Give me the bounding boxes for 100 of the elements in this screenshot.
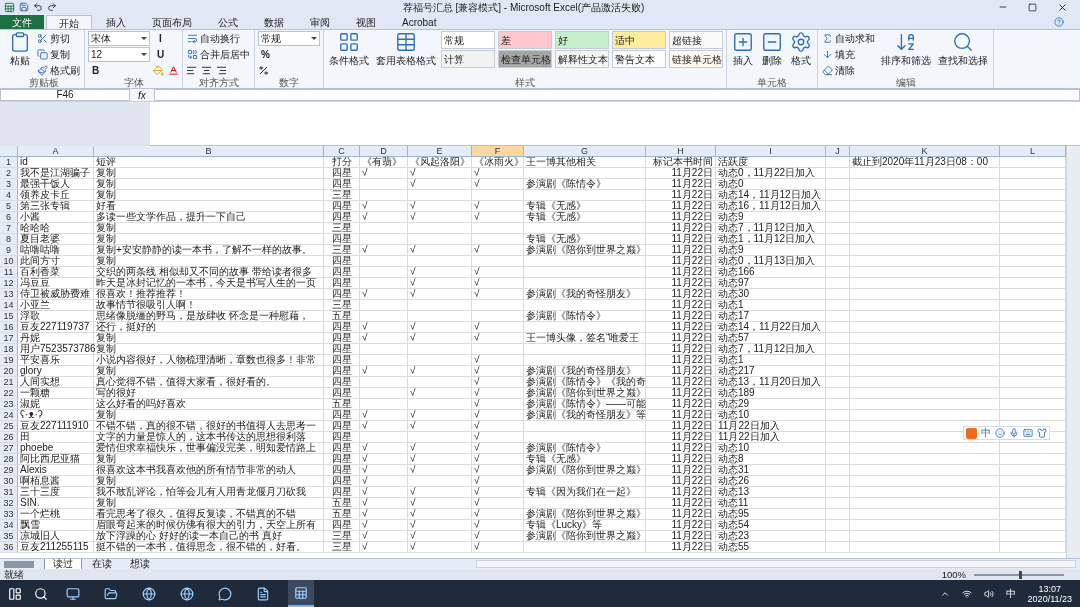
cell-style-swatch[interactable]: 常规 bbox=[441, 31, 495, 49]
cell-style-swatch[interactable]: 警告文本 bbox=[612, 50, 666, 68]
column-header[interactable]: G bbox=[524, 146, 646, 156]
redo-icon[interactable] bbox=[47, 2, 57, 12]
search-icon[interactable] bbox=[34, 586, 48, 601]
row-number[interactable]: 3 bbox=[0, 179, 18, 189]
ribbon-tab[interactable]: 数据 bbox=[252, 15, 296, 29]
formula-input[interactable] bbox=[153, 89, 1080, 101]
align-right-icon[interactable] bbox=[216, 65, 227, 76]
ribbon-large-button[interactable]: 套用表格格式 bbox=[374, 31, 438, 78]
percent-format-icon[interactable] bbox=[258, 65, 269, 76]
horizontal-scrollbar[interactable] bbox=[476, 560, 1076, 568]
ribbon-button[interactable]: 合并后居中 bbox=[186, 47, 251, 62]
row-number[interactable]: 16 bbox=[0, 322, 18, 332]
row-number[interactable]: 23 bbox=[0, 399, 18, 409]
row-number[interactable]: 33 bbox=[0, 509, 18, 519]
ribbon-button[interactable]: 自动求和 bbox=[821, 31, 876, 46]
row-number[interactable]: 28 bbox=[0, 454, 18, 464]
row-number[interactable]: 6 bbox=[0, 212, 18, 222]
row-number[interactable]: 13 bbox=[0, 289, 18, 299]
row-number[interactable]: 11 bbox=[0, 267, 18, 277]
cell-style-swatch[interactable]: 计算 bbox=[441, 50, 495, 68]
taskbar-app[interactable] bbox=[288, 580, 314, 607]
column-header[interactable]: B bbox=[94, 146, 324, 156]
row-number[interactable]: 31 bbox=[0, 487, 18, 497]
font-color-icon[interactable] bbox=[168, 65, 179, 76]
dropdown-field[interactable]: 12 bbox=[88, 47, 150, 62]
ribbon-button[interactable]: 复制 bbox=[36, 47, 81, 62]
ribbon-tab[interactable]: Acrobat bbox=[390, 15, 449, 29]
row-number[interactable]: 12 bbox=[0, 278, 18, 288]
row-number[interactable]: 24 bbox=[0, 410, 18, 420]
start-icon[interactable] bbox=[8, 586, 22, 601]
ribbon-tab[interactable]: 插入 bbox=[94, 15, 138, 29]
ribbon-large-button[interactable]: 插入 bbox=[730, 31, 756, 78]
file-tab[interactable]: 文件 bbox=[0, 15, 44, 29]
row-number[interactable]: 21 bbox=[0, 377, 18, 387]
undo-icon[interactable] bbox=[33, 2, 43, 12]
ribbon-large-button[interactable]: 查找和选择 bbox=[936, 31, 990, 78]
column-header[interactable]: F bbox=[472, 146, 524, 156]
ribbon-button[interactable]: 格式刷 bbox=[36, 63, 81, 78]
row-number[interactable]: 1 bbox=[0, 157, 18, 167]
ribbon-tab[interactable]: 视图 bbox=[344, 15, 388, 29]
cell-style-swatch[interactable]: 好 bbox=[555, 31, 609, 49]
ribbon-button[interactable]: 自动换行 bbox=[186, 31, 251, 46]
smile-icon[interactable] bbox=[995, 428, 1005, 438]
row-number[interactable]: 29 bbox=[0, 465, 18, 475]
row-number[interactable]: 14 bbox=[0, 300, 18, 310]
row-number[interactable]: 4 bbox=[0, 190, 18, 200]
close-icon[interactable] bbox=[1057, 1, 1068, 13]
sheet-tab[interactable]: 想读 bbox=[122, 559, 158, 569]
save-icon[interactable] bbox=[19, 2, 29, 12]
dropdown-field[interactable]: 宋体 bbox=[88, 31, 150, 46]
sheet-tab[interactable]: 在读 bbox=[84, 559, 120, 569]
align-left-icon[interactable] bbox=[186, 65, 197, 76]
format-toggle[interactable]: % bbox=[258, 47, 273, 62]
ribbon-large-button[interactable]: 粘贴 bbox=[7, 31, 33, 78]
row-number[interactable]: 34 bbox=[0, 520, 18, 530]
ribbon-button[interactable]: 剪切 bbox=[36, 31, 81, 46]
zoom-thumb[interactable] bbox=[1019, 570, 1022, 579]
format-toggle[interactable]: B bbox=[88, 63, 103, 78]
ime-mode[interactable]: 中 bbox=[981, 428, 991, 438]
cell-style-swatch[interactable]: 链接单元格 bbox=[669, 50, 723, 68]
row-number[interactable]: 36 bbox=[0, 542, 18, 552]
ribbon-large-button[interactable]: 条件格式 bbox=[327, 31, 371, 78]
row-number[interactable]: 30 bbox=[0, 476, 18, 486]
column-header[interactable]: I bbox=[716, 146, 826, 156]
column-header[interactable]: A bbox=[18, 146, 94, 156]
row-number[interactable]: 8 bbox=[0, 234, 18, 244]
cell-style-swatch[interactable]: 解释性文本 bbox=[555, 50, 609, 68]
column-header[interactable]: K bbox=[850, 146, 1000, 156]
column-header[interactable]: H bbox=[646, 146, 716, 156]
row-number[interactable]: 19 bbox=[0, 355, 18, 365]
function-label[interactable]: fx bbox=[130, 87, 154, 103]
row-number[interactable]: 26 bbox=[0, 432, 18, 442]
column-header[interactable]: D bbox=[360, 146, 408, 156]
ribbon-tab[interactable]: 审阅 bbox=[298, 15, 342, 29]
format-toggle[interactable]: U bbox=[153, 47, 168, 62]
ribbon-button[interactable]: 填充 bbox=[821, 47, 876, 62]
row-number[interactable]: 10 bbox=[0, 256, 18, 266]
shirt-icon[interactable] bbox=[1037, 428, 1047, 438]
cell-style-swatch[interactable]: 差 bbox=[498, 31, 552, 49]
column-header[interactable]: J bbox=[826, 146, 850, 156]
row-number[interactable]: 32 bbox=[0, 498, 18, 508]
ribbon-button[interactable]: 清除 bbox=[821, 63, 876, 78]
row-number[interactable]: 5 bbox=[0, 201, 18, 211]
row-number[interactable]: 35 bbox=[0, 531, 18, 541]
ribbon-tab[interactable]: 开始 bbox=[46, 15, 92, 29]
zoom-slider[interactable] bbox=[974, 573, 1064, 576]
row-number[interactable]: 9 bbox=[0, 245, 18, 255]
row-number[interactable]: 25 bbox=[0, 421, 18, 431]
fill-color-icon[interactable] bbox=[153, 65, 164, 76]
column-header[interactable]: C bbox=[324, 146, 360, 156]
row-number[interactable]: 20 bbox=[0, 366, 18, 376]
row-number[interactable]: 17 bbox=[0, 333, 18, 343]
row-number[interactable]: 18 bbox=[0, 344, 18, 354]
format-toggle[interactable]: I bbox=[153, 31, 168, 46]
align-center-icon[interactable] bbox=[201, 65, 212, 76]
ribbon-tab[interactable]: 页面布局 bbox=[140, 15, 204, 29]
row-number[interactable]: 2 bbox=[0, 168, 18, 178]
row-number[interactable]: 22 bbox=[0, 388, 18, 398]
